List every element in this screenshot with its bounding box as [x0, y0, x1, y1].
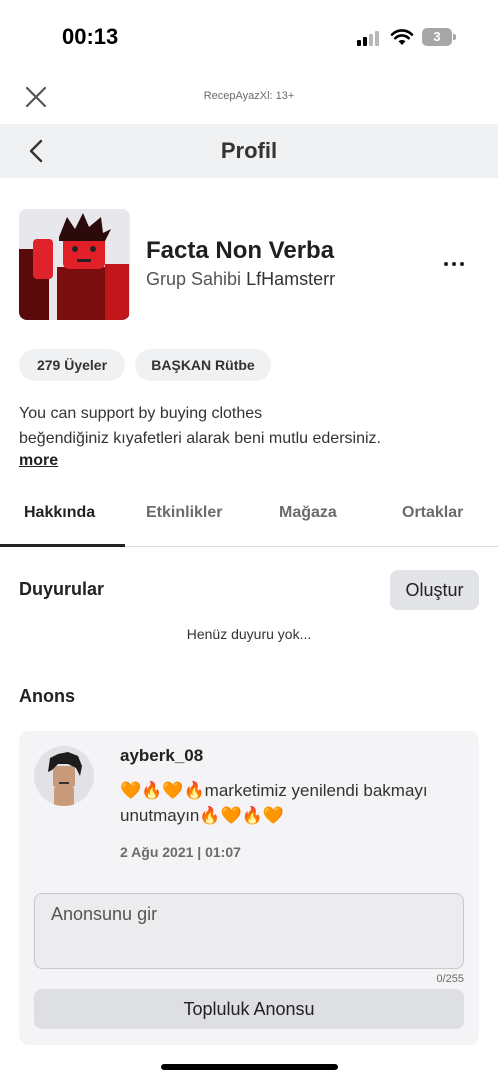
active-tab-indicator — [0, 544, 125, 547]
battery-icon: 3 — [422, 28, 456, 46]
shout-card: ayberk_08 🧡🔥🧡🔥marketimiz yenilendi bakma… — [19, 731, 479, 1045]
battery-level: 3 — [433, 29, 441, 44]
tab-affiliates[interactable]: Ortaklar — [402, 504, 463, 522]
shout-message: 🧡🔥🧡🔥marketimiz yenilendi bakmayı unutmay… — [120, 781, 428, 825]
char-count: 0/255 — [436, 973, 464, 985]
description-line-2: beğendiğiniz kıyafetleri alarak beni mut… — [19, 429, 381, 447]
description-line-1: You can support by buying clothes — [19, 405, 263, 422]
group-description: You can support by buying clothes beğend… — [19, 402, 479, 451]
members-chip: 279 Üyeler — [19, 349, 125, 381]
tab-store[interactable]: Mağaza — [279, 504, 337, 522]
home-indicator[interactable] — [161, 1064, 338, 1070]
group-owner: Grup Sahibi LfHamsterr — [146, 269, 335, 290]
site-label: RecepAyazXl: 13+ — [203, 90, 295, 102]
more-options-icon[interactable] — [440, 256, 468, 272]
group-name: Facta Non Verba — [146, 237, 335, 264]
more-link[interactable]: more — [19, 452, 58, 470]
empty-announcements-text: Henüz duyuru yok... — [186, 626, 312, 642]
shout-input[interactable] — [34, 893, 464, 969]
shout-username[interactable]: ayberk_08 — [120, 746, 203, 766]
group-avatar-image — [19, 209, 130, 320]
rank-chip: BAŞKAN Rütbe — [135, 349, 271, 381]
status-bar: 00:13 3 — [0, 0, 498, 76]
create-announcement-button[interactable]: Oluştur — [390, 570, 479, 610]
user-avatar-image — [34, 746, 94, 806]
tab-bar: Hakkında Etkinlikler Mağaza Ortaklar — [0, 494, 498, 547]
announcements-title: Duyurular — [19, 579, 105, 599]
group-owner-link[interactable]: LfHamsterr — [246, 269, 335, 289]
shout-date: 2 Ağu 2021 | 01:07 — [120, 844, 241, 860]
tab-events[interactable]: Etkinlikler — [146, 504, 222, 522]
nav-bar: Profil — [0, 124, 498, 178]
wifi-icon — [390, 29, 414, 45]
user-avatar[interactable] — [34, 746, 94, 806]
tab-about[interactable]: Hakkında — [24, 504, 95, 522]
post-shout-button[interactable]: Topluluk Anonsu — [34, 989, 464, 1029]
group-owner-prefix: Grup Sahibi — [146, 269, 242, 289]
page-title: Profil — [220, 138, 278, 163]
group-avatar — [19, 209, 130, 320]
signal-icon — [357, 30, 383, 46]
status-time: 00:13 — [62, 24, 119, 49]
shout-title: Anons — [19, 686, 75, 706]
